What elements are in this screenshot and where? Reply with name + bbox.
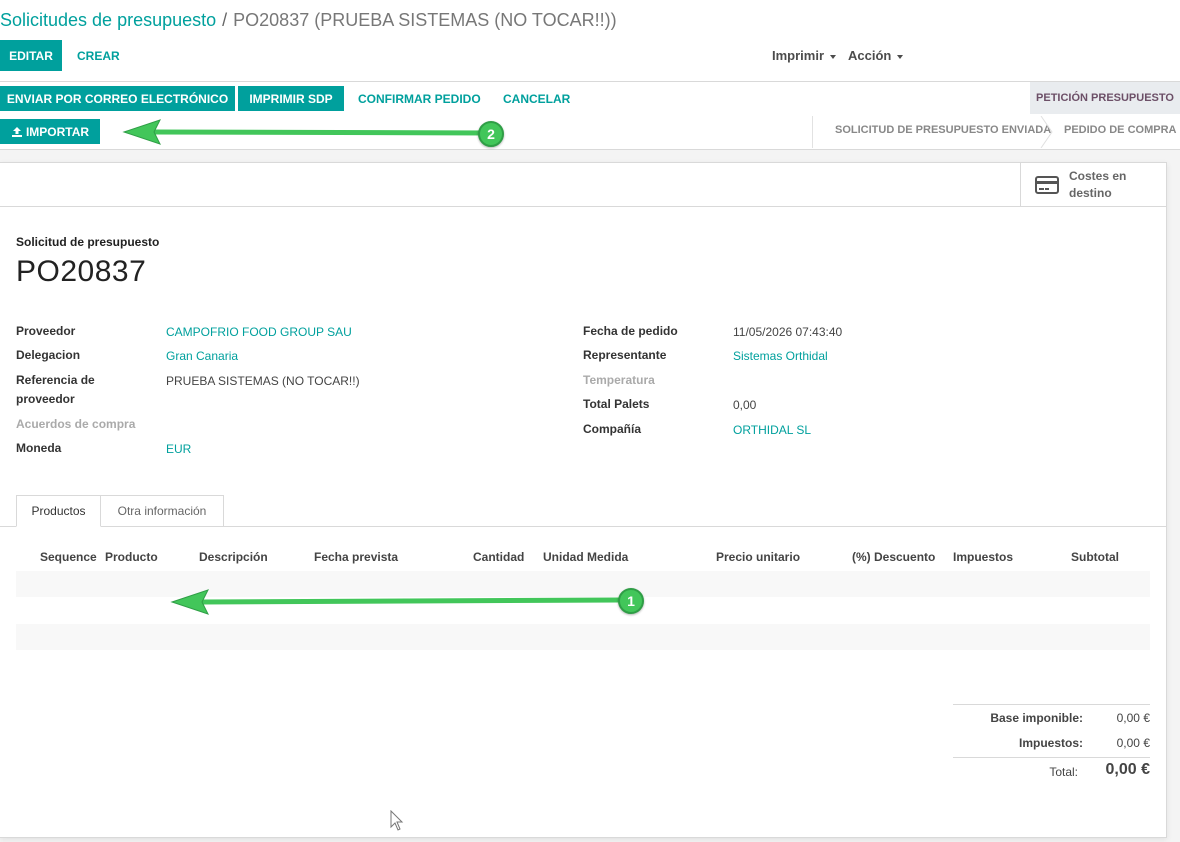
form-title-label: Solicitud de presupuesto — [16, 235, 160, 249]
acuerdos-label: Acuerdos de compra — [16, 417, 136, 431]
caret-down-icon — [830, 54, 837, 59]
annotation-arrow-1 — [170, 589, 623, 615]
representante-label: Representante — [583, 348, 667, 362]
column-header-description[interactable]: Descripción — [199, 550, 268, 564]
status-divider — [812, 116, 813, 148]
send-email-button[interactable]: ENVIAR POR CORREO ELECTRÓNICO — [0, 86, 235, 111]
cancel-button[interactable]: CANCELAR — [503, 92, 570, 106]
edit-button[interactable]: EDITAR — [0, 40, 62, 71]
annotation-badge-2: 2 — [478, 121, 504, 147]
column-header-product[interactable]: Producto — [105, 550, 158, 564]
total-value: 0,00 € — [1105, 761, 1150, 778]
form-sheet: Costes en destino Solicitud de presupues… — [0, 162, 1167, 838]
status-rfq-active: PETICIÓN PRESUPUESTO — [1030, 82, 1180, 114]
column-header-quantity[interactable]: Cantidad — [473, 550, 524, 564]
base-value: 0,00 € — [1116, 711, 1150, 725]
table-row[interactable] — [16, 624, 1150, 650]
button-box: Costes en destino — [0, 163, 1166, 207]
print-dropdown-label: Imprimir — [772, 48, 825, 63]
column-header-subtotal[interactable]: Subtotal — [1071, 550, 1119, 564]
status-step-purchase-order[interactable]: PEDIDO DE COMPRA — [1064, 124, 1176, 136]
breadcrumb-current: PO20837 (PRUEBA SISTEMAS (NO TOCAR!!)) — [233, 10, 617, 30]
referencia-value: PRUEBA SISTEMAS (NO TOCAR!!) — [166, 374, 360, 388]
fecha-pedido-value: 11/05/2026 07:43:40 — [733, 325, 843, 339]
taxes-value: 0,00 € — [1116, 736, 1150, 750]
totals-top-line — [953, 704, 1150, 705]
temperatura-label: Temperatura — [583, 373, 655, 387]
representante-value[interactable]: Sistemas Orthidal — [733, 349, 828, 363]
credit-card-icon — [1035, 176, 1059, 194]
breadcrumb: Solicitudes de presupuesto / PO20837 (PRUE… — [0, 10, 617, 31]
breadcrumb-parent-link[interactable]: Solicitudes de presupuesto — [0, 10, 216, 30]
status-step-rfq-sent[interactable]: SOLICITUD DE PRESUPUESTO ENVIADA — [835, 124, 1051, 136]
column-header-taxes[interactable]: Impuestos — [953, 550, 1013, 564]
mouse-cursor-icon — [390, 810, 404, 831]
create-button[interactable]: CREAR — [77, 49, 120, 63]
total-label: Total: — [1049, 765, 1078, 779]
moneda-value[interactable]: EUR — [166, 442, 191, 456]
column-header-discount[interactable]: (%) Descuento — [852, 550, 935, 564]
column-header-uom[interactable]: Unidad Medida — [543, 550, 628, 564]
fecha-pedido-label: Fecha de pedido — [583, 324, 678, 338]
taxes-label: Impuestos: — [1018, 736, 1083, 750]
print-rfq-button[interactable]: IMPRIMIR SDP — [238, 86, 344, 111]
caret-down-icon — [897, 54, 904, 59]
moneda-label: Moneda — [16, 441, 62, 455]
upload-icon — [11, 126, 22, 137]
compania-value[interactable]: ORTHIDAL SL — [733, 423, 811, 437]
breadcrumb-separator: / — [222, 10, 228, 30]
column-header-date[interactable]: Fecha prevista — [314, 550, 398, 564]
referencia-label: Referencia de proveedor — [16, 373, 95, 406]
landed-costs-label: Costes en destino — [1069, 169, 1127, 200]
status-chevron-icon — [1040, 116, 1053, 148]
totals-mid-line — [953, 757, 1150, 758]
annotation-arrow-2 — [122, 119, 493, 145]
total-palets-label: Total Palets — [583, 397, 650, 411]
delegacion-label: Delegacion — [16, 348, 81, 362]
import-button[interactable]: IMPORTAR — [0, 119, 100, 144]
tab-divider — [0, 526, 1166, 527]
column-header-sequence[interactable]: Sequence — [40, 550, 97, 564]
action-dropdown-label: Acción — [848, 48, 892, 63]
total-palets-value: 0,00 — [733, 398, 757, 412]
form-title: PO20837 — [16, 255, 147, 288]
landed-costs-button[interactable]: Costes en destino — [1020, 163, 1166, 207]
column-header-unit-price[interactable]: Precio unitario — [716, 550, 800, 564]
print-dropdown[interactable]: Imprimir — [772, 48, 837, 63]
compania-label: Compañía — [583, 422, 642, 436]
action-dropdown[interactable]: Acción — [848, 48, 904, 63]
base-label: Base imponible: — [990, 711, 1083, 725]
delegacion-value[interactable]: Gran Canaria — [166, 349, 238, 363]
control-divider — [0, 81, 1180, 82]
annotation-badge-1: 1 — [618, 588, 644, 614]
proveedor-value[interactable]: CAMPOFRIO FOOD GROUP SAU — [166, 325, 352, 339]
tab-products[interactable]: Productos — [16, 495, 101, 527]
confirm-order-button[interactable]: CONFIRMAR PEDIDO — [358, 92, 481, 106]
tab-other-info[interactable]: Otra información — [100, 495, 224, 527]
import-button-label: IMPORTAR — [25, 124, 90, 139]
proveedor-label: Proveedor — [16, 324, 76, 338]
